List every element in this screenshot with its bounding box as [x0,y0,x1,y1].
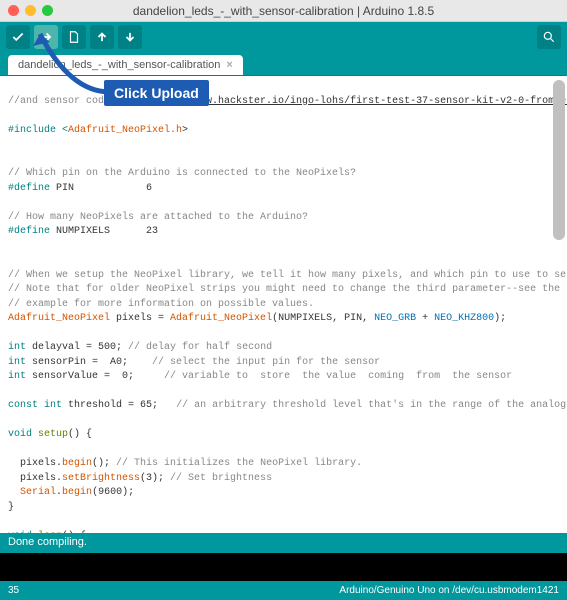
code-comment: // Note that for older NeoPixel strips y… [8,284,567,295]
code-keyword: #include < [8,125,68,136]
serial-monitor-button[interactable] [537,25,561,49]
code-type: Adafruit_NeoPixel [170,313,272,324]
verify-button[interactable] [6,25,30,49]
status-bar: Done compiling. [0,533,567,553]
check-icon [11,30,25,44]
code-keyword: const [8,400,38,411]
code-comment: // an arbitrary threshold level that's i… [176,400,567,411]
code-text: (); [92,458,116,469]
code-const: NEO_KHZ800 [434,313,494,324]
code-text: pixels. [8,473,62,484]
code-editor[interactable]: //and sensor code from https://www.hacks… [0,76,567,533]
code-text [8,487,20,498]
code-text: threshold = 65; [62,400,176,411]
scrollbar-thumb[interactable] [553,80,565,240]
window-title: dandelion_leds_-_with_sensor-calibration… [0,4,567,18]
code-comment: // delay for half second [128,342,272,353]
code-text: > [182,125,188,136]
open-button[interactable] [90,25,114,49]
code-text: pixels = [110,313,170,324]
code-text: sensorValue = 0; [26,371,164,382]
code-func: setup [38,429,68,440]
code-comment: // example for more information on possi… [8,299,314,310]
code-text: pixels. [8,458,62,469]
code-method: begin [62,487,92,498]
file-icon [67,30,81,44]
code-text: 23 [110,226,158,237]
code-type: Adafruit_NeoPixel.h [68,125,182,136]
code-text: 6 [74,183,152,194]
code-keyword: int [44,400,62,411]
tab-sketch[interactable]: dandelion_leds_-_with_sensor-calibration… [8,55,243,75]
code-text: (NUMPIXELS, PIN, [272,313,374,324]
code-ident: NUMPIXELS [56,226,110,237]
code-comment: // Set brightness [170,473,272,484]
console[interactable] [0,553,567,581]
search-icon [542,30,556,44]
arrow-up-icon [95,30,109,44]
tab-label: dandelion_leds_-_with_sensor-calibration [18,59,220,71]
code-keyword: int [8,342,26,353]
upload-button[interactable] [34,25,58,49]
code-class: Serial [20,487,56,498]
code-text: (9600); [92,487,134,498]
scrollbar[interactable] [553,76,565,533]
code-comment: // How many NeoPixels are attached to th… [8,212,308,223]
line-number: 35 [8,585,19,596]
callout-text: Click Upload [104,80,209,106]
titlebar[interactable]: dandelion_leds_-_with_sensor-calibration… [0,0,567,22]
board-info: Arduino/Genuino Uno on /dev/cu.usbmodem1… [339,585,559,596]
code-link: https://www.hackster.io/ingo-lohs/first-… [146,96,567,107]
code-text: ); [494,313,506,324]
code-comment: // variable to store the value coming fr… [164,371,512,382]
code-keyword: void [8,429,32,440]
code-keyword: void [8,531,32,534]
code-text: () { [68,429,92,440]
code-keyword: #define [8,226,56,237]
code-text: + [416,313,434,324]
code-type: Adafruit_NeoPixel [8,313,110,324]
save-button[interactable] [118,25,142,49]
tab-dropdown-icon[interactable]: × [226,59,232,71]
footer: 35 Arduino/Genuino Uno on /dev/cu.usbmod… [0,581,567,600]
new-button[interactable] [62,25,86,49]
code-comment: // Which pin on the Arduino is connected… [8,168,356,179]
code-method: setBrightness [62,473,140,484]
code-text: } [8,502,14,513]
arrow-right-icon [39,30,53,44]
code-keyword: int [8,371,26,382]
code-const: NEO_GRB [374,313,416,324]
code-func: loop [38,531,62,534]
code-keyword: #define [8,183,56,194]
tab-bar: dandelion_leds_-_with_sensor-calibration… [0,52,567,76]
code-text: delayval = 500; [26,342,128,353]
code-comment: // select the input pin for the sensor [152,357,380,368]
callout: Click Upload [104,80,209,106]
code-method: begin [62,458,92,469]
code-text: (3); [140,473,170,484]
code-keyword: int [8,357,26,368]
code-text: sensorPin = A0; [26,357,152,368]
status-text: Done compiling. [8,536,87,548]
code-text: () { [62,531,86,534]
code-comment: // When we setup the NeoPixel library, w… [8,270,567,281]
toolbar [0,22,567,52]
arrow-down-icon [123,30,137,44]
code-ident: PIN [56,183,74,194]
code-comment: // This initializes the NeoPixel library… [116,458,362,469]
